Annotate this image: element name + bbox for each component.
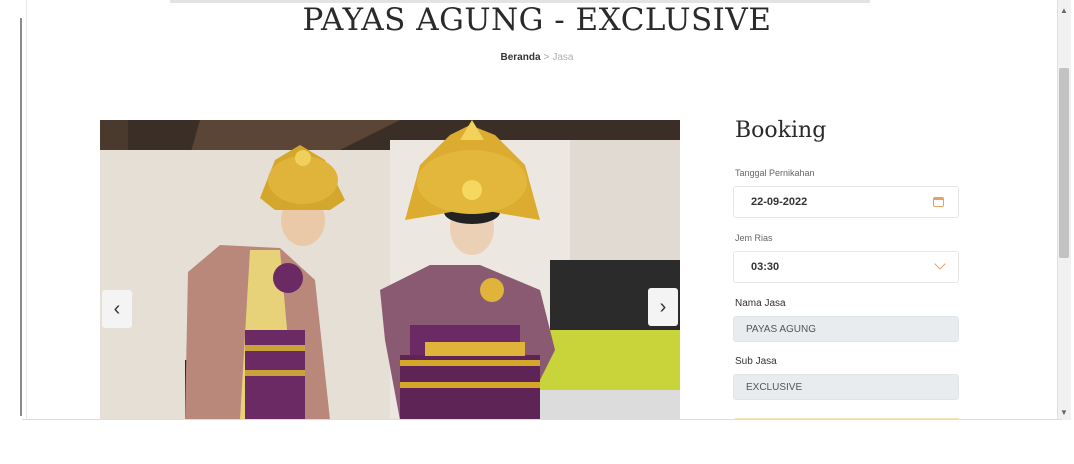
calendar-icon[interactable]	[933, 197, 944, 207]
carousel-prev-button[interactable]: ‹	[102, 290, 132, 328]
sub-service-field: EXCLUSIVE	[733, 374, 959, 400]
carousel-next-button[interactable]: ›	[648, 288, 678, 326]
breadcrumb-home-link[interactable]: Beranda	[501, 52, 541, 63]
service-name-label: Nama Jasa	[735, 298, 786, 309]
service-name-field: PAYAS AGUNG	[733, 316, 959, 342]
scroll-up-icon[interactable]: ▲	[1060, 6, 1068, 15]
viewport-bottom-edge	[22, 419, 1062, 420]
breadcrumb-separator: >	[543, 52, 550, 63]
service-name-value: PAYAS AGUNG	[746, 323, 817, 335]
wedding-date-label: Tanggal Pernikahan	[735, 168, 815, 178]
makeup-time-value: 03:30	[751, 261, 780, 273]
page-title: PAYAS AGUNG - EXCLUSIVE	[302, 2, 772, 38]
window-edge-inner	[26, 0, 27, 420]
wedding-date-value: 22-09-2022	[751, 196, 808, 208]
chevron-down-icon	[934, 258, 946, 270]
sub-service-value: EXCLUSIVE	[746, 381, 803, 393]
scrollbar-thumb[interactable]	[1059, 68, 1069, 258]
booking-heading: Booking	[735, 118, 827, 143]
makeup-time-select[interactable]: 03:30	[733, 251, 959, 283]
sub-service-label: Sub Jasa	[735, 356, 777, 367]
scroll-down-icon[interactable]: ▼	[1060, 408, 1068, 417]
service-photo	[100, 120, 680, 420]
service-photo-carousel	[100, 120, 680, 420]
breadcrumb: Beranda > Jasa	[0, 52, 1074, 63]
makeup-time-label: Jem Rias	[735, 233, 773, 243]
window-edge	[20, 18, 22, 416]
breadcrumb-current: Jasa	[552, 52, 574, 63]
wedding-date-field[interactable]: 22-09-2022	[733, 186, 959, 218]
